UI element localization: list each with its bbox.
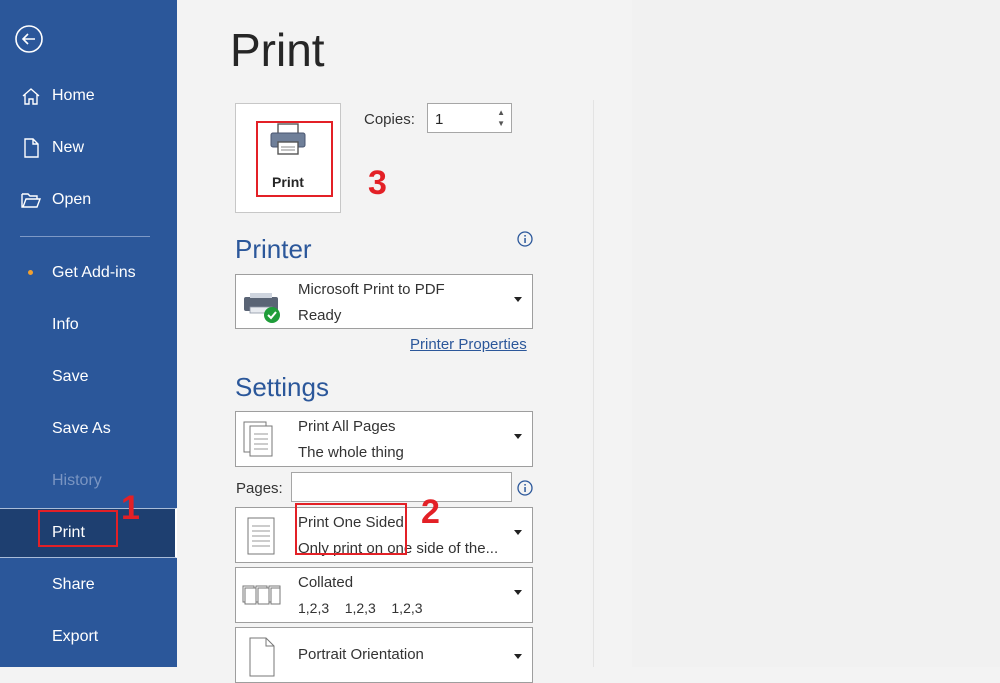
annotation-box-1 [38,510,118,547]
annotation-box-3 [256,121,333,197]
collate-desc: 1,2,3 1,2,3 1,2,3 [298,600,423,616]
dropdown-arrow-icon [514,297,522,302]
printer-name: Microsoft Print to PDF [298,281,445,298]
orientation-title: Portrait Orientation [298,646,424,663]
new-doc-icon [24,138,39,158]
sidebar-item-label: Home [52,87,95,104]
sidebar-item-home[interactable]: Home [0,74,177,118]
sidebar-item-label: Export [52,628,99,645]
sidebar-item-share[interactable]: Share [0,563,177,607]
sidebar-item-label: New [52,139,85,156]
preview-separator [593,100,594,667]
sidebar-item-new[interactable]: New [0,126,177,170]
folder-open-icon [21,193,42,208]
backstage-sidebar: Home New Open Get Add-ins Info Save Save… [0,0,177,667]
sidebar-item-label: Get Add-ins [52,264,136,281]
sidebar-item-history: History [0,459,177,503]
annotation-number-3: 3 [368,164,387,202]
sidebar-item-label: Save [52,368,89,385]
annotation-box-2 [295,503,407,555]
spin-arrows-icon[interactable]: ▲ ▼ [497,107,505,129]
sidebar-item-label: Save As [52,420,111,437]
sidebar-item-export[interactable]: Export [0,615,177,659]
settings-heading: Settings [235,372,329,402]
sidebar-item-get-add-ins[interactable]: Get Add-ins [0,251,177,295]
sidebar-divider [20,236,150,237]
one-sided-page-icon [247,517,275,555]
annotation-number-2: 2 [421,493,440,531]
collate-dropdown[interactable]: Collated 1,2,3 1,2,3 1,2,3 [235,567,533,623]
orientation-dropdown[interactable]: Portrait Orientation [235,627,533,683]
copies-value: 1 [435,111,444,128]
dropdown-arrow-icon [514,590,522,595]
copies-stepper[interactable]: 1 ▲ ▼ [427,103,512,133]
printer-dropdown[interactable]: Microsoft Print to PDF Ready [235,274,533,329]
print-range-dropdown[interactable]: Print All Pages The whole thing [235,411,533,467]
dropdown-arrow-icon [514,654,522,659]
printer-ready-icon [244,293,280,323]
page-title: Print [230,24,325,76]
dropdown-arrow-icon [514,530,522,535]
info-icon[interactable] [517,480,533,496]
sidebar-item-save[interactable]: Save [0,355,177,399]
collate-title: Collated [298,574,354,591]
back-arrow-icon[interactable] [14,24,44,54]
sidebar-item-label: Open [52,191,92,208]
print-preview-area [632,0,1000,667]
pages-label: Pages: [236,480,283,497]
sidebar-item-label: History [52,472,102,489]
collated-pages-icon [242,585,281,605]
annotation-number-1: 1 [121,489,140,527]
sidebar-item-label: Info [52,316,79,333]
sidebar-item-label: Share [52,576,95,593]
portrait-page-icon [249,637,275,677]
printer-properties-link[interactable]: Printer Properties [410,336,527,353]
dropdown-arrow-icon [514,434,522,439]
home-icon [22,88,40,105]
print-range-title: Print All Pages [298,418,396,435]
info-icon[interactable] [517,231,533,247]
pages-stack-icon [243,421,273,457]
copies-label: Copies: [364,111,415,128]
pages-input[interactable] [291,472,512,502]
sidebar-item-save-as[interactable]: Save As [0,407,177,451]
sidebar-item-info[interactable]: Info [0,303,177,347]
sidebar-item-open[interactable]: Open [0,178,177,222]
print-range-desc: The whole thing [298,444,404,461]
printer-status: Ready [298,307,342,324]
printer-heading: Printer [235,234,312,264]
